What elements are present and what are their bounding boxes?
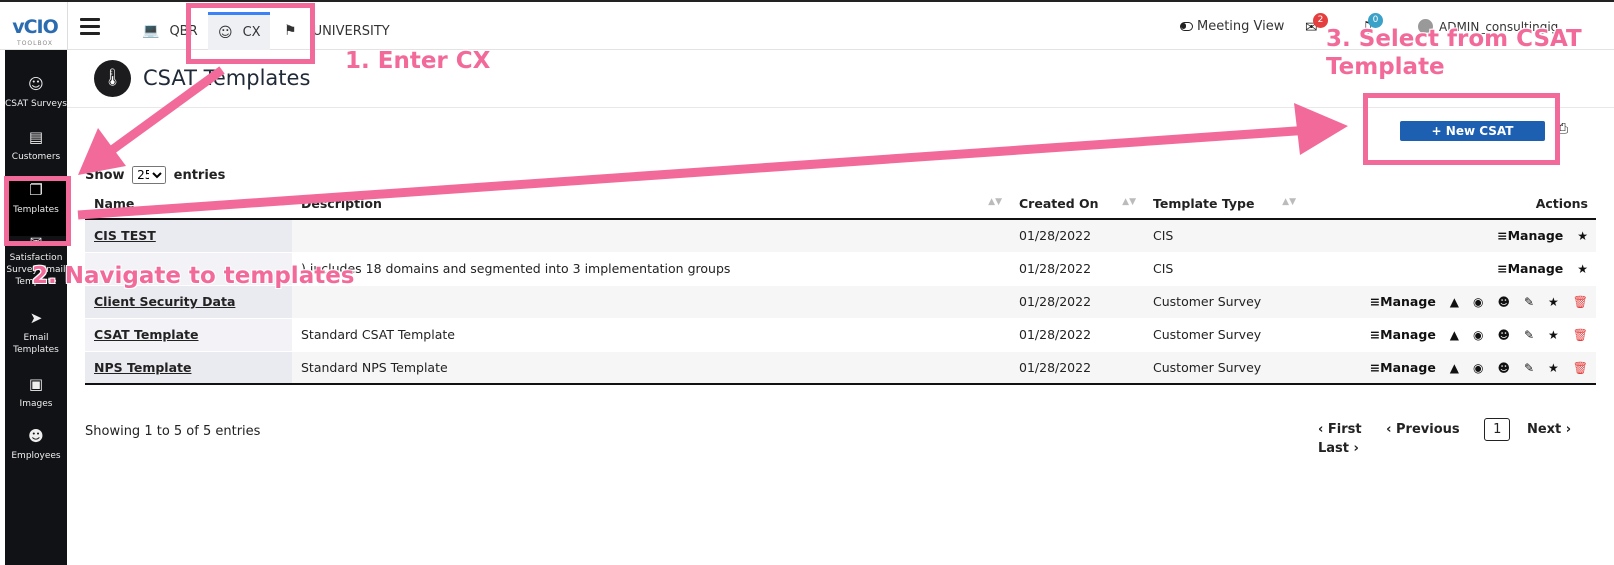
annotation-step-2: 2. Navigate to templates xyxy=(32,263,355,289)
annotation-step-1: 1. Enter CX xyxy=(345,48,491,74)
arrow-to-new-template xyxy=(77,125,1311,220)
arrowhead-new-template xyxy=(1294,103,1348,155)
annotation-step-3: 3. Select from CSAT Template xyxy=(1326,26,1582,80)
arrowhead-templates xyxy=(78,128,126,175)
arrow-to-templates xyxy=(109,66,225,154)
